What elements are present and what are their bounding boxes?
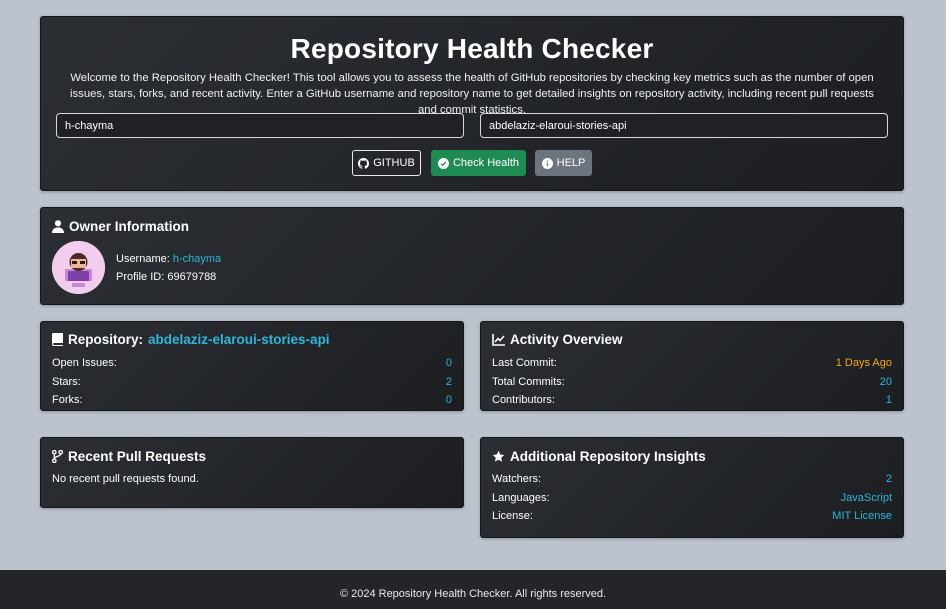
footer-copyright: © 2024 Repository Health Checker. All ri… (339, 588, 607, 600)
help-button[interactable]: HELP (535, 150, 592, 176)
footer: © 2024 Repository Health Checker. All ri… (0, 570, 946, 609)
page-description: Welcome to the Repository Health Checker… (70, 72, 874, 116)
pull-requests-card: Recent Pull Requests No recent pull requ… (40, 437, 464, 508)
stat-label: Total Commits: (492, 375, 565, 388)
owner-username-row: Username: h-chayma (116, 250, 221, 268)
stat-row-open-issues: Open Issues: 0 (52, 354, 452, 373)
stat-label: Forks: (52, 394, 83, 406)
pull-requests-title: Recent Pull Requests (68, 449, 207, 464)
repository-input[interactable] (480, 113, 888, 138)
book-icon (52, 333, 63, 346)
stat-value: JavaScript (840, 491, 892, 504)
stat-value: 2 (885, 473, 892, 485)
page-title: Repository Health Checker (290, 33, 654, 64)
stat-label: Languages: (492, 491, 550, 504)
owner-profile-row: Profile ID: 69679788 (116, 268, 221, 286)
repository-heading: Repository: abdelaziz-elaroui-stories-ap… (52, 332, 452, 347)
pull-requests-heading: Recent Pull Requests (52, 449, 452, 464)
line-chart-icon (492, 333, 505, 346)
star-icon (492, 450, 505, 463)
insights-card: Additional Repository Insights Watchers:… (480, 437, 904, 538)
activity-heading: Activity Overview (492, 332, 892, 347)
check-circle-icon (437, 157, 449, 169)
info-circle-icon (541, 157, 553, 169)
owner-heading: Owner Information (52, 219, 189, 234)
owner-card: Owner Information Username: h-chayma Pro… (40, 207, 904, 305)
stat-row-total-commits: Total Commits: 20 (492, 373, 892, 392)
stat-row-languages: Languages: JavaScript (492, 489, 892, 508)
stat-value: 20 (879, 375, 892, 388)
stat-value: 1 Days Ago (835, 357, 892, 369)
github-button[interactable]: GITHUB (352, 150, 421, 176)
insights-heading: Additional Repository Insights (492, 449, 892, 464)
search-card: Repository Health Checker Welcome to the… (40, 16, 904, 191)
stat-value: 2 (445, 375, 452, 388)
stat-label: Last Commit: (492, 357, 557, 369)
code-branch-icon (52, 450, 63, 463)
stat-value: 1 (885, 394, 892, 406)
stat-row-contributors: Contributors: 1 (492, 391, 892, 410)
activity-card: Activity Overview Last Commit: 1 Days Ag… (480, 321, 904, 411)
stat-row-stars: Stars: 2 (52, 373, 452, 392)
help-button-label: HELP (556, 157, 586, 169)
repository-card: Repository: abdelaziz-elaroui-stories-ap… (40, 321, 464, 411)
repository-title-prefix: Repository: (68, 332, 144, 347)
stat-label: Stars: (52, 375, 81, 388)
stat-row-watchers: Watchers: 2 (492, 470, 892, 489)
stat-row-last-commit: Last Commit: 1 Days Ago (492, 354, 892, 373)
stat-row-forks: Forks: 0 (52, 391, 452, 410)
stat-label: Contributors: (492, 394, 555, 406)
pull-requests-empty-message: No recent pull requests found. (52, 473, 199, 485)
stat-label: Open Issues: (52, 357, 117, 369)
stat-label: Watchers: (492, 473, 542, 485)
username-link[interactable]: h-chayma (173, 253, 221, 265)
github-icon (358, 157, 370, 169)
insights-title: Additional Repository Insights (510, 449, 706, 464)
avatar (52, 241, 105, 294)
username-label: Username: (116, 253, 170, 265)
check-health-button[interactable]: Check Health (431, 150, 526, 176)
check-health-label: Check Health (452, 157, 520, 169)
owner-title: Owner Information (69, 219, 190, 234)
stat-value: MIT License (832, 510, 892, 522)
user-icon (52, 220, 64, 233)
stat-label: License: (492, 510, 533, 522)
stat-row-license: License: MIT License (492, 507, 892, 526)
activity-title: Activity Overview (510, 332, 623, 347)
owner-details: Username: h-chayma Profile ID: 69679788 (116, 250, 221, 286)
stat-value: 0 (445, 357, 452, 369)
profile-id-label: Profile ID: (116, 271, 165, 283)
repository-name-link[interactable]: abdelaziz-elaroui-stories-api (148, 332, 330, 347)
stat-value: 0 (445, 394, 452, 406)
username-input[interactable] (56, 113, 464, 138)
profile-id-value: 69679788 (167, 271, 217, 283)
github-button-label: GITHUB (373, 157, 415, 169)
